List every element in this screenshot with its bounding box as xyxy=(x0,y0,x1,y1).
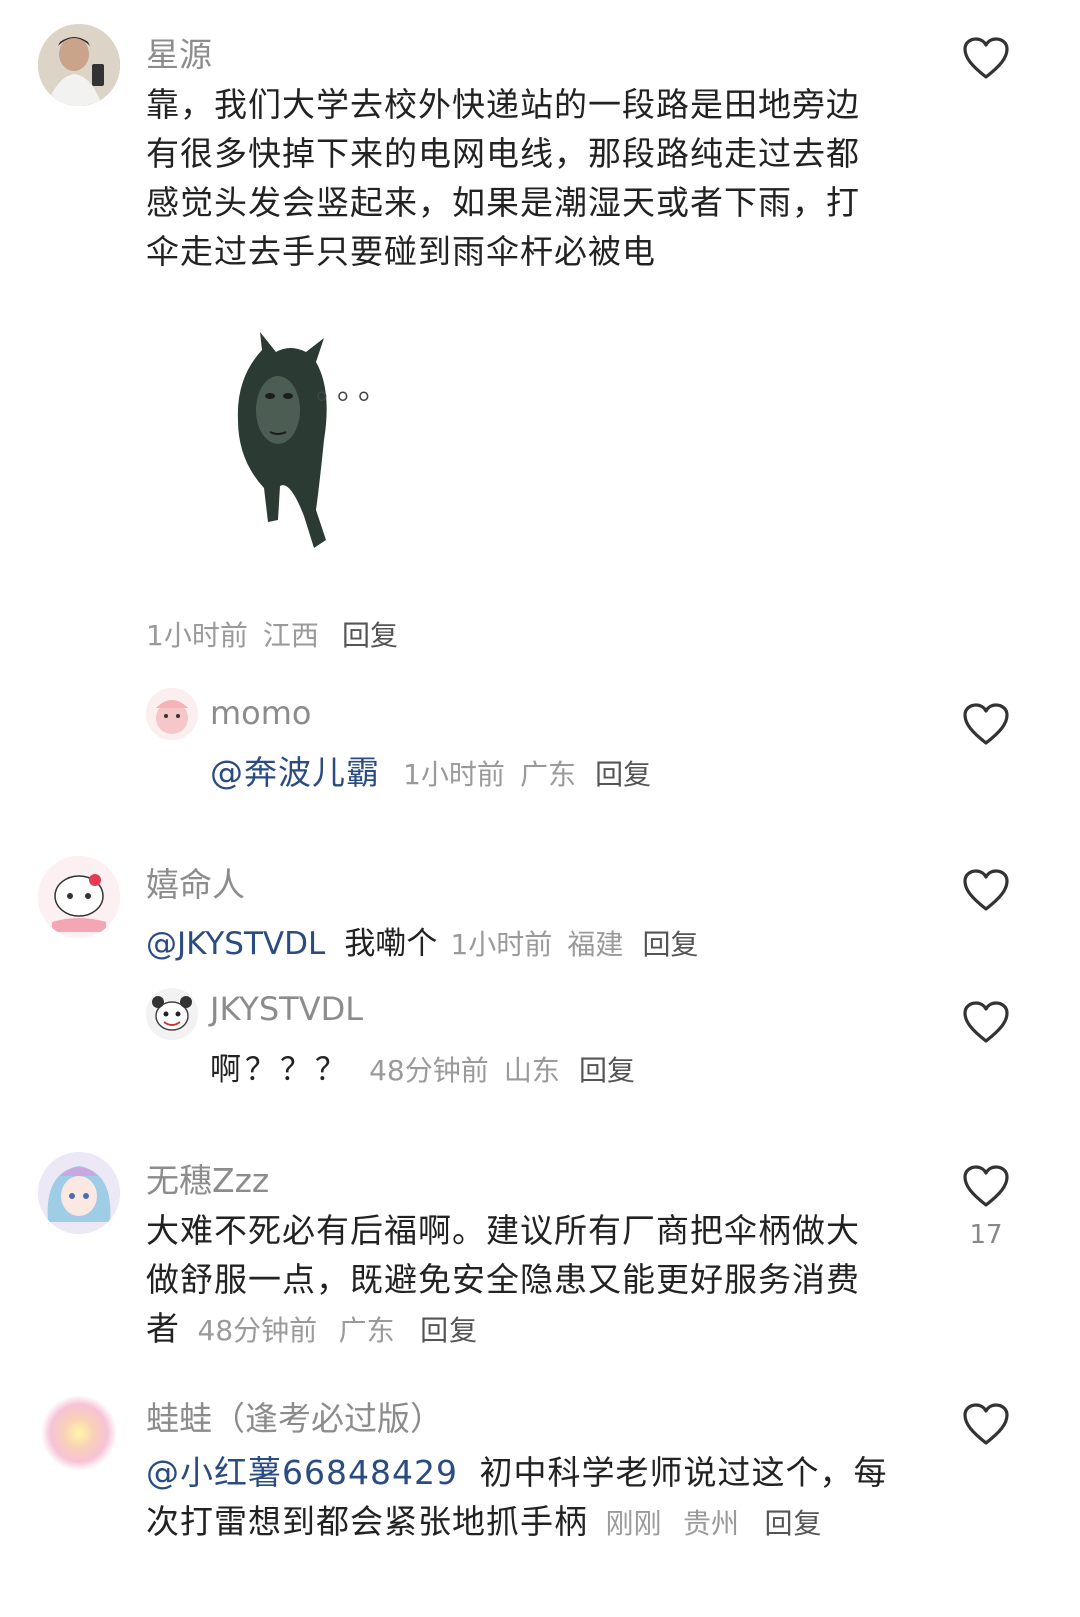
avatar[interactable] xyxy=(38,1392,120,1474)
comment-text: @JKYSTVDL 我嘞个 1小时前 福建 回复 xyxy=(146,918,699,963)
comment-location: 广东 xyxy=(338,1314,395,1347)
avatar[interactable] xyxy=(146,688,198,740)
mention-link[interactable]: @JKYSTVDL xyxy=(146,926,325,962)
comment-text-line: 有很多快掉下来的电网电线，那段路纯走过去都 xyxy=(146,134,860,173)
comment-location: 江西 xyxy=(262,619,319,652)
comment-text: @奔波儿霸 1小时前 广东 回复 xyxy=(210,746,651,794)
hello-kitty-avatar-icon xyxy=(38,856,120,938)
reply-button[interactable]: 回复 xyxy=(595,758,651,791)
comment-text-line: 靠，我们大学去校外快递站的一段路是田地旁边 xyxy=(146,85,860,124)
cartoon-avatar-icon xyxy=(146,988,198,1040)
reply-button[interactable]: 回复 xyxy=(420,1314,478,1347)
comment-time: 1小时前 xyxy=(450,928,553,961)
comment-username[interactable]: 星源 xyxy=(146,28,212,76)
comment-time: 1小时前 xyxy=(146,619,248,652)
comment-time: 刚刚 xyxy=(605,1507,662,1540)
comment-text-tail: 者 xyxy=(146,1309,180,1348)
reply-button[interactable]: 回复 xyxy=(342,619,398,652)
like-count: 17 xyxy=(969,1220,1003,1250)
comment-text: 大难不死必有后福啊。建议所有厂商把伞柄做大 做舒服一点，既避免安全隐患又能更好服… xyxy=(146,1206,926,1355)
avatar-photo-icon xyxy=(38,24,120,106)
gradient-blob-avatar-icon xyxy=(38,1392,120,1474)
comment-body: 我嘞个 xyxy=(344,926,438,962)
comment-text-line: 者 48分钟前 广东 回复 xyxy=(146,1304,926,1355)
comment-text-line: 做舒服一点，既避免安全隐患又能更好服务消费 xyxy=(146,1260,860,1299)
comment-username[interactable]: 无穗Zzz xyxy=(146,1154,269,1202)
like-heart-icon[interactable] xyxy=(962,702,1010,746)
mention-link[interactable]: @奔波儿霸 xyxy=(210,753,380,792)
avatar[interactable] xyxy=(146,988,198,1040)
comment-text-line: 大难不死必有后福啊。建议所有厂商把伞柄做大 xyxy=(146,1211,860,1250)
comment-text: 靠，我们大学去校外快递站的一段路是田地旁边 有很多快掉下来的电网电线，那段路纯走… xyxy=(146,80,906,276)
comment-username[interactable]: JKYSTVDL xyxy=(210,990,363,1028)
like-heart-icon[interactable] xyxy=(962,1164,1010,1208)
anime-girl-avatar-icon xyxy=(38,1152,120,1234)
comment-body: 次打雷想到都会紧张地抓手柄 xyxy=(146,1502,588,1541)
comment-meta: 1小时前 江西 回复 xyxy=(146,614,398,654)
comment-username[interactable]: momo xyxy=(210,694,312,732)
avatar[interactable] xyxy=(38,856,120,938)
comment-text-line: 伞走过去手只要碰到雨伞杆必被电 xyxy=(146,232,656,271)
like-heart-icon[interactable] xyxy=(962,868,1010,912)
comment-text: @小红薯66848429 初中科学老师说过这个，每 次打雷想到都会紧张地抓手柄 … xyxy=(146,1448,936,1548)
comment-username[interactable]: 蛙蛙（逢考必过版） xyxy=(146,1392,443,1440)
comment-username[interactable]: 嬉命人 xyxy=(146,858,245,906)
comment-location: 山东 xyxy=(503,1054,560,1087)
reply-button[interactable]: 回复 xyxy=(765,1507,823,1540)
cartoon-avatar-icon xyxy=(146,688,198,740)
comment-location: 福建 xyxy=(567,928,624,961)
comment-location: 广东 xyxy=(520,758,577,791)
like-heart-icon[interactable] xyxy=(962,36,1010,80)
comment-text-line: 次打雷想到都会紧张地抓手柄 刚刚 贵州 回复 xyxy=(146,1497,936,1548)
mention-link[interactable]: @小红薯66848429 xyxy=(146,1453,458,1492)
reply-button[interactable]: 回复 xyxy=(579,1054,635,1087)
comment-body: 初中科学老师说过这个，每 xyxy=(479,1453,888,1492)
comment-time: 48分钟前 xyxy=(197,1314,318,1347)
avatar[interactable] xyxy=(38,24,120,106)
like-heart-icon[interactable] xyxy=(962,1000,1010,1044)
comment-location: 贵州 xyxy=(683,1507,740,1540)
like-heart-icon[interactable] xyxy=(962,1402,1010,1446)
comment-text: 啊？？？ 48分钟前 山东 回复 xyxy=(210,1044,635,1089)
comment-body: 啊？？？ xyxy=(210,1052,350,1088)
meme-sticker[interactable]: 。。。 xyxy=(220,330,420,560)
reply-button[interactable]: 回复 xyxy=(642,928,698,961)
avatar[interactable] xyxy=(38,1152,120,1234)
sticker-dots: 。。。 xyxy=(316,372,394,407)
comment-time: 48分钟前 xyxy=(369,1054,489,1087)
comment-time: 1小时前 xyxy=(403,758,505,791)
comment-text-line: 感觉头发会竖起来，如果是潮湿天或者下雨，打 xyxy=(146,183,860,222)
comment-text-line: @小红薯66848429 初中科学老师说过这个，每 xyxy=(146,1448,936,1497)
